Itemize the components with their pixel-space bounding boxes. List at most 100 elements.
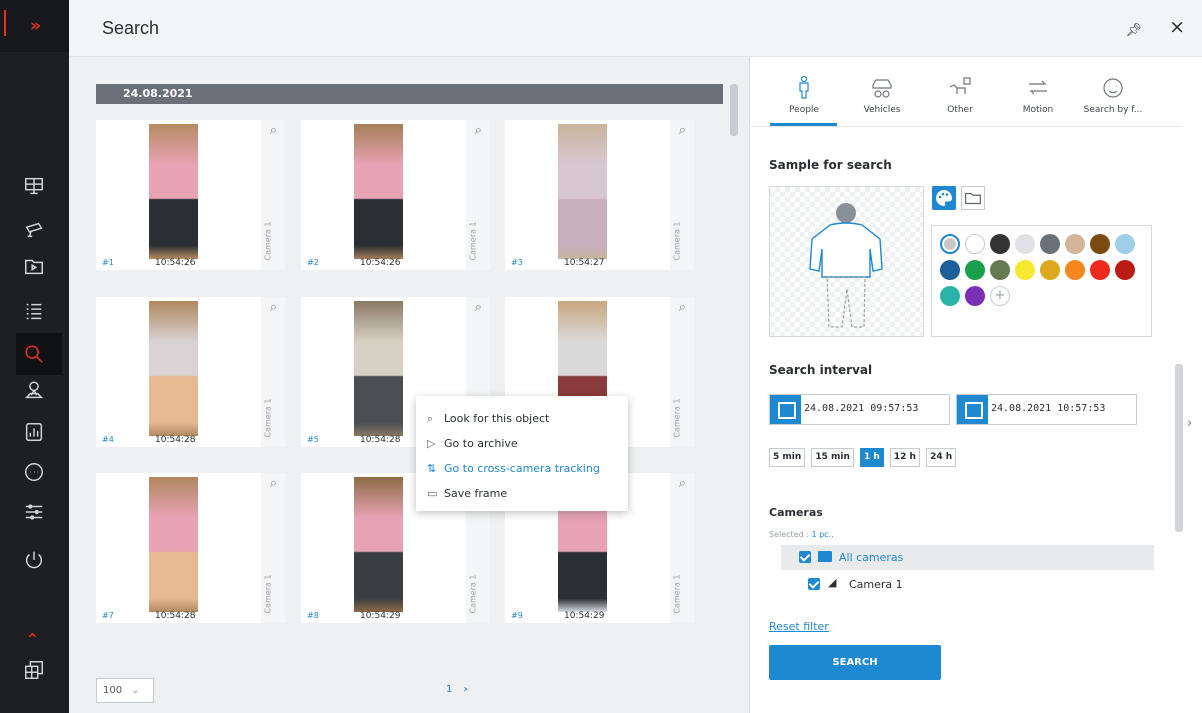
menu-item-cross-camera-tracking[interactable]: ⇅ Go to cross-camera tracking xyxy=(416,456,628,481)
page-current[interactable]: 1 xyxy=(446,684,452,695)
zoom-icon[interactable]: ⌕ xyxy=(475,123,482,138)
more-icon[interactable] xyxy=(22,460,46,484)
interval-from-field[interactable]: 24.08.2021 09:57:53 xyxy=(769,394,950,425)
color-swatch[interactable] xyxy=(990,234,1010,254)
palette-button[interactable] xyxy=(932,186,956,210)
folder-button[interactable] xyxy=(961,186,985,210)
card-time: 10:54:27 xyxy=(564,258,605,268)
map-pin-icon[interactable] xyxy=(22,378,46,402)
result-card[interactable]: ⌕ Camera 1 #4 10:54:28 xyxy=(96,297,285,447)
page-size-select[interactable]: 100 ⌄ xyxy=(96,678,154,703)
card-time: 10:54:28 xyxy=(360,435,401,445)
color-swatch[interactable] xyxy=(1065,260,1085,280)
menu-item-look-for-object[interactable]: ⌕ Look for this object xyxy=(416,406,628,431)
zoom-icon[interactable]: ⌕ xyxy=(679,300,686,315)
power-icon[interactable] xyxy=(22,548,46,572)
result-card[interactable]: ⌕ Camera 1 #3 10:54:27 xyxy=(505,120,694,270)
sidebar-expand-button[interactable]: » xyxy=(0,0,69,52)
person-thumbnail[interactable] xyxy=(354,124,403,259)
tab-vehicles[interactable]: Vehicles xyxy=(848,71,916,115)
tab-people[interactable]: People xyxy=(770,71,838,115)
color-swatch[interactable] xyxy=(1015,234,1035,254)
close-button[interactable]: × xyxy=(1169,16,1185,38)
person-thumbnail[interactable] xyxy=(149,477,198,612)
all-cameras-checkbox[interactable] xyxy=(799,551,811,563)
person-thumbnail[interactable] xyxy=(354,301,403,436)
card-number: #5 xyxy=(307,435,319,444)
zoom-icon[interactable]: ⌕ xyxy=(270,476,277,491)
person-sample-figure[interactable] xyxy=(769,186,924,337)
tab-other[interactable]: Other xyxy=(926,71,994,115)
camera-icon[interactable] xyxy=(22,218,46,242)
card-camera-label: Camera 1 xyxy=(468,221,478,261)
color-swatch[interactable] xyxy=(1065,234,1085,254)
preset-15min[interactable]: 15 min xyxy=(811,448,854,467)
windows-icon[interactable] xyxy=(22,658,46,682)
calendar-icon[interactable] xyxy=(957,395,988,424)
color-swatch[interactable] xyxy=(940,286,960,306)
preset-5min[interactable]: 5 min xyxy=(769,448,806,467)
camera-1-checkbox[interactable] xyxy=(808,578,820,590)
card-camera-label: Camera 1 xyxy=(672,221,682,261)
archive-icon[interactable] xyxy=(22,254,46,278)
person-thumbnail[interactable] xyxy=(149,124,198,259)
color-swatch[interactable] xyxy=(1015,260,1035,280)
search-icon[interactable] xyxy=(22,342,46,366)
color-swatch[interactable] xyxy=(1115,260,1135,280)
result-card[interactable]: ⌕ Camera 1 #7 10:54:28 xyxy=(96,473,285,623)
color-swatch[interactable] xyxy=(940,234,960,254)
interval-to-field[interactable]: 24.08.2021 10:57:53 xyxy=(956,394,1137,425)
frame-icon: ▭ xyxy=(427,487,438,500)
sidebar: » ^ xyxy=(0,0,69,713)
color-swatch[interactable] xyxy=(965,260,985,280)
menu-item-go-to-archive[interactable]: ▷ Go to archive xyxy=(416,431,628,456)
preset-12h[interactable]: 12 h xyxy=(889,448,920,467)
settings-sliders-icon[interactable] xyxy=(22,500,46,524)
folder-icon xyxy=(965,192,981,205)
active-tab-indicator xyxy=(770,123,837,126)
color-swatch[interactable] xyxy=(1040,260,1060,280)
color-swatch[interactable] xyxy=(965,234,985,254)
report-icon[interactable] xyxy=(22,420,46,444)
chevron-right-icon[interactable]: › xyxy=(1187,416,1192,431)
menu-item-save-frame[interactable]: ▭ Save frame xyxy=(416,481,628,506)
event-list-icon[interactable] xyxy=(22,299,46,323)
person-thumbnail[interactable] xyxy=(149,301,198,436)
monitor-layout-icon[interactable] xyxy=(22,174,46,198)
card-camera-label: Camera 1 xyxy=(263,221,273,261)
zoom-icon[interactable]: ⌕ xyxy=(679,123,686,138)
page-next-button[interactable]: › xyxy=(464,684,468,695)
card-number: #9 xyxy=(511,611,523,620)
card-camera-label: Camera 1 xyxy=(468,574,478,614)
add-color-button[interactable]: + xyxy=(990,286,1010,306)
sidebar-collapse-button[interactable]: ^ xyxy=(27,632,38,647)
color-swatch[interactable] xyxy=(965,286,985,306)
tab-search-by-face[interactable]: Search by f... xyxy=(1079,71,1147,115)
person-thumbnail[interactable] xyxy=(558,124,607,259)
preset-24h[interactable]: 24 h xyxy=(926,448,957,467)
play-icon: ▷ xyxy=(427,437,436,450)
color-swatch[interactable] xyxy=(940,260,960,280)
color-swatch[interactable] xyxy=(1090,260,1110,280)
search-button[interactable]: SEARCH xyxy=(769,645,941,680)
color-swatch[interactable] xyxy=(1115,234,1135,254)
camera-tree-all[interactable]: All cameras xyxy=(781,545,1154,570)
zoom-icon[interactable]: ⌕ xyxy=(270,123,277,138)
tab-motion[interactable]: Motion xyxy=(1004,71,1072,115)
zoom-icon[interactable]: ⌕ xyxy=(679,476,686,491)
result-card[interactable]: ⌕ Camera 1 #1 10:54:26 xyxy=(96,120,285,270)
preset-1h[interactable]: 1 h xyxy=(859,448,884,467)
result-card[interactable]: ⌕ Camera 1 #2 10:54:26 xyxy=(301,120,490,270)
zoom-icon[interactable]: ⌕ xyxy=(270,300,277,315)
zoom-icon[interactable]: ⌕ xyxy=(475,300,482,315)
results-scrollbar[interactable] xyxy=(730,84,738,136)
person-thumbnail[interactable] xyxy=(354,477,403,612)
reset-filter-link[interactable]: Reset filter xyxy=(769,620,829,633)
color-swatch[interactable] xyxy=(990,260,1010,280)
filter-scrollbar[interactable] xyxy=(1175,364,1183,532)
color-swatch[interactable] xyxy=(1090,234,1110,254)
pin-icon[interactable]: 📌︎ xyxy=(1125,23,1142,38)
camera-tree-item[interactable]: ◢ Camera 1 xyxy=(781,572,1154,597)
calendar-icon[interactable] xyxy=(770,395,801,424)
color-swatch[interactable] xyxy=(1040,234,1060,254)
